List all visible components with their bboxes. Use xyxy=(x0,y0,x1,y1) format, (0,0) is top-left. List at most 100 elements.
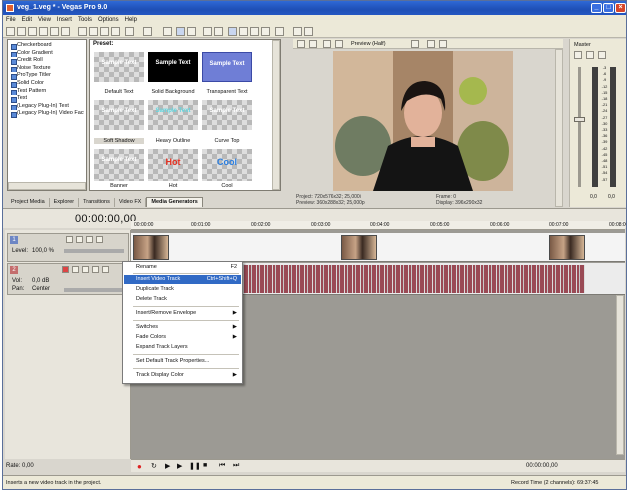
record-icon[interactable]: ● xyxy=(137,462,142,471)
tab-media-generators[interactable]: Media Generators xyxy=(146,197,203,207)
save-icon[interactable] xyxy=(28,27,37,36)
preset-thumb-heavy-outline[interactable]: Sample Text xyxy=(148,100,198,130)
save-as-icon[interactable] xyxy=(39,27,48,36)
generator-protype-titler[interactable]: ProType Titler xyxy=(10,72,84,80)
track-motion-icon[interactable] xyxy=(66,236,73,243)
tab-transitions[interactable]: Transitions xyxy=(79,198,115,207)
generator-solid-color[interactable]: Solid Color xyxy=(10,80,84,88)
menu-track-display-color[interactable]: Track Display Color ▶ xyxy=(124,371,241,380)
generator-legacy-video-factory[interactable]: (Legacy Plug-In) Video Factory xyxy=(10,110,84,118)
arm-record-icon[interactable] xyxy=(62,266,69,273)
preview-scrollbar[interactable] xyxy=(555,49,563,207)
master-solo-icon[interactable] xyxy=(598,51,606,59)
render-icon[interactable] xyxy=(50,27,59,36)
solo-icon[interactable] xyxy=(96,236,103,243)
ignore-grouping-icon[interactable] xyxy=(214,27,223,36)
preset-thumb-default-text[interactable]: Sample Text xyxy=(94,52,144,82)
generator-color-gradient[interactable]: Color Gradient xyxy=(10,50,84,58)
play-icon[interactable]: ▶ xyxy=(177,462,182,470)
split-screen-icon[interactable] xyxy=(335,40,343,48)
mute-icon[interactable] xyxy=(86,236,93,243)
generator-test-pattern[interactable]: Test Pattern xyxy=(10,88,84,96)
new-file-icon[interactable] xyxy=(6,27,15,36)
menu-edit[interactable]: Edit xyxy=(19,15,35,25)
preset-thumb-cool[interactable]: Cool xyxy=(202,149,252,181)
undo-icon[interactable] xyxy=(125,27,134,36)
menu-duplicate-track[interactable]: Duplicate Track xyxy=(124,285,241,294)
tab-project-media[interactable]: Project Media xyxy=(7,198,50,207)
menu-file[interactable]: File xyxy=(3,15,19,25)
tab-video-fx[interactable]: Video FX xyxy=(115,198,147,207)
preset-thumb-banner[interactable]: Sample Text xyxy=(94,149,144,181)
play-from-start-icon[interactable]: ▶ xyxy=(165,462,170,470)
preset-thumb-hot[interactable]: Hot xyxy=(148,149,198,181)
generator-checkerboard[interactable]: Checkerboard xyxy=(10,42,84,50)
generator-legacy-text[interactable]: (Legacy Plug-In) Text xyxy=(10,103,84,111)
overlays-icon[interactable] xyxy=(411,40,419,48)
video-track-header[interactable]: 1 Level: 100,0 % xyxy=(7,233,129,262)
audio-waveform[interactable] xyxy=(241,265,585,293)
preview-settings-icon[interactable] xyxy=(293,27,302,36)
tab-explorer[interactable]: Explorer xyxy=(50,198,80,207)
generator-noise-texture[interactable]: Noise Texture xyxy=(10,65,84,73)
generator-text[interactable]: Text xyxy=(10,95,84,103)
lock-envelopes-icon[interactable] xyxy=(203,27,212,36)
generators-scrollbar[interactable] xyxy=(8,182,86,190)
master-mute-icon[interactable] xyxy=(586,51,594,59)
normal-edit-tool-icon[interactable] xyxy=(228,27,237,36)
pause-icon[interactable]: ❚❚ xyxy=(189,462,201,470)
menu-fade-colors[interactable]: Fade Colors ▶ xyxy=(124,333,241,342)
menu-help[interactable]: Help xyxy=(122,15,140,25)
timeline-ruler[interactable]: 00:00:00 00:01:00 00:02:00 00:03:00 00:0… xyxy=(131,221,626,230)
loop-icon[interactable]: ↻ xyxy=(151,462,157,470)
preset-thumb-soft-shadow[interactable]: Sample Text xyxy=(94,100,144,130)
auto-ripple-icon[interactable] xyxy=(163,27,172,36)
redo-icon[interactable] xyxy=(143,27,152,36)
video-clip-thumb[interactable] xyxy=(341,235,377,260)
audio-track-header[interactable]: 2 Vol: 0,0 dB Pan: Center xyxy=(7,263,129,295)
menu-switches[interactable]: Switches ▶ xyxy=(124,323,241,332)
auto-crossfade-icon[interactable] xyxy=(187,27,196,36)
go-to-start-icon[interactable]: ⏮ xyxy=(219,462,225,470)
menu-insert-video-track[interactable]: Insert Video Track Ctrl+Shift+Q xyxy=(124,275,241,284)
preset-thumb-curve-top[interactable]: Sample Text xyxy=(202,100,252,130)
track-fx-icon[interactable] xyxy=(76,236,83,243)
video-fx-icon[interactable] xyxy=(323,40,331,48)
minimize-button[interactable]: _ xyxy=(591,3,602,13)
pan-slider[interactable] xyxy=(64,288,124,292)
menu-rename[interactable]: Rename F2 xyxy=(124,263,241,272)
paste-icon[interactable] xyxy=(100,27,109,36)
video-track-lane[interactable] xyxy=(131,233,625,262)
menu-set-default-track-properties[interactable]: Set Default Track Properties... xyxy=(124,357,241,366)
level-slider[interactable] xyxy=(64,249,124,253)
external-monitor-icon[interactable] xyxy=(304,27,313,36)
master-fader[interactable] xyxy=(574,117,585,122)
menu-tools[interactable]: Tools xyxy=(75,15,95,25)
menu-insert[interactable]: Insert xyxy=(54,15,75,25)
video-clip-thumb[interactable] xyxy=(549,235,585,260)
timeline-vscroll[interactable] xyxy=(616,295,624,455)
menu-insert-remove-envelope[interactable]: Insert/Remove Envelope ▶ xyxy=(124,309,241,318)
cut-icon[interactable] xyxy=(78,27,87,36)
invert-phase-icon[interactable] xyxy=(72,266,79,273)
envelope-tool-icon[interactable] xyxy=(239,27,248,36)
preset-thumb-transparent-text[interactable]: Sample Text xyxy=(202,52,252,82)
whats-this-icon[interactable] xyxy=(275,27,284,36)
preset-thumb-solid-background[interactable]: Sample Text xyxy=(148,52,198,82)
stop-icon[interactable]: ■ xyxy=(203,462,207,469)
menu-options[interactable]: Options xyxy=(95,15,122,25)
video-clip-thumb[interactable] xyxy=(133,235,169,260)
menu-view[interactable]: View xyxy=(35,15,54,25)
maximize-button[interactable]: □ xyxy=(603,3,614,13)
menu-delete-track[interactable]: Delete Track xyxy=(124,295,241,304)
selection-tool-icon[interactable] xyxy=(250,27,259,36)
solo-icon[interactable] xyxy=(102,266,109,273)
preview-properties-icon[interactable] xyxy=(297,40,305,48)
master-fx-icon[interactable] xyxy=(574,51,582,59)
external-monitor-icon[interactable] xyxy=(309,40,317,48)
close-button[interactable]: × xyxy=(615,3,626,13)
preview-quality-dropdown[interactable]: Preview (Half) xyxy=(351,39,386,49)
presets-scrollbar[interactable] xyxy=(272,40,280,190)
delete-icon[interactable] xyxy=(111,27,120,36)
menu-expand-track-layers[interactable]: Expand Track Layers xyxy=(124,343,241,352)
